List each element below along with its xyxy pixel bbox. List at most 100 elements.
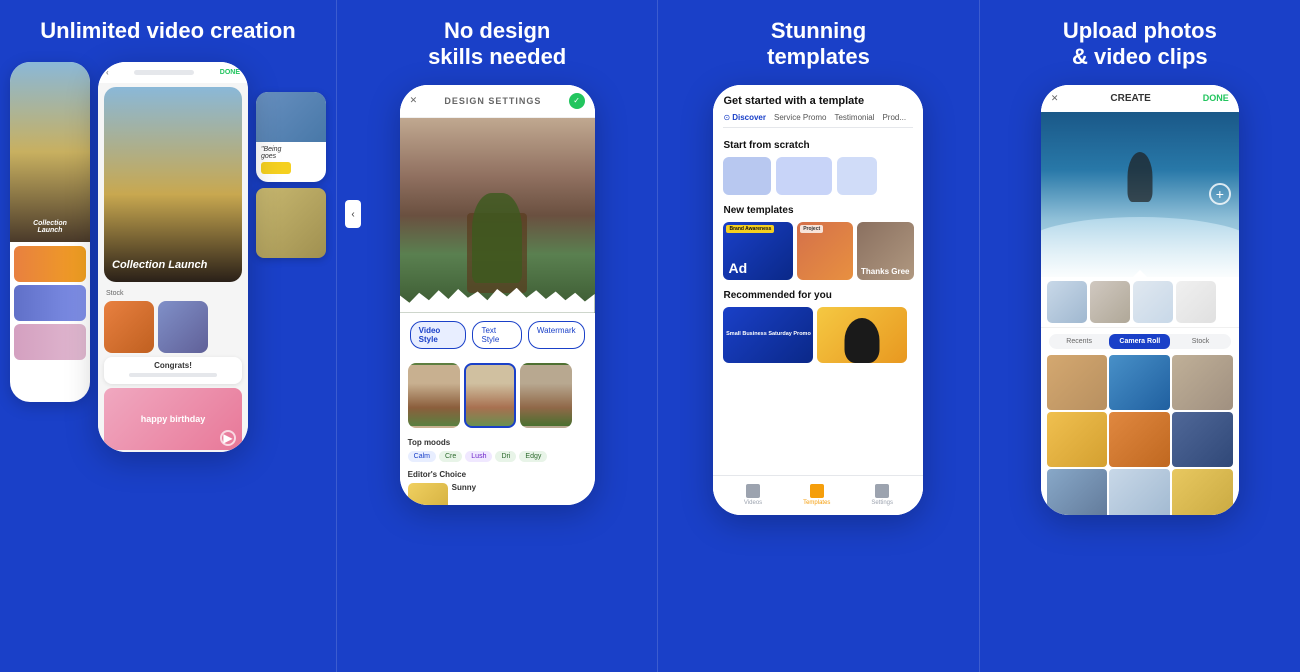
plant-thumb-3[interactable] [520, 363, 572, 428]
scratch-title: Start from scratch [723, 140, 913, 151]
design-settings-header: ✕ DESIGN SETTINGS ✓ [400, 85, 595, 118]
template-brand-awareness[interactable]: Brand Awareness Ad [723, 222, 793, 280]
done-button[interactable]: DONE [1203, 93, 1229, 103]
small-thumb-3[interactable] [1133, 281, 1173, 323]
photo-cell-6[interactable] [1172, 412, 1233, 467]
create-title: CREATE [1110, 93, 1150, 104]
left-arrow[interactable]: ‹ [345, 200, 361, 228]
tab-camera-roll[interactable]: Camera Roll [1109, 334, 1170, 349]
plant-thumb-2[interactable] [464, 363, 516, 428]
thumb-orange [104, 301, 154, 353]
nav-settings[interactable]: Settings [871, 484, 893, 506]
watermark-tab[interactable]: Watermark [528, 321, 585, 349]
small-thumb-2[interactable] [1090, 281, 1130, 323]
main-phone-3: Get started with a template ⊙ Discover S… [713, 85, 923, 515]
mood-dri[interactable]: Dri [495, 451, 516, 462]
template-drink[interactable]: Project [797, 222, 853, 280]
right-side-cards: "Beinggoes [256, 92, 326, 258]
ad-label: Ad [728, 260, 747, 276]
main-phone-2: ✕ DESIGN SETTINGS ✓ Video Style Text Sty… [400, 85, 595, 505]
new-templates-title: New templates [723, 205, 913, 216]
upload-add-icon[interactable]: + [1209, 183, 1231, 205]
upload-close-icon[interactable]: ✕ [1051, 93, 1059, 104]
style-tabs: Video Style Text Style Watermark [400, 313, 595, 357]
templates-icon [810, 484, 824, 498]
mood-cre[interactable]: Cre [439, 451, 462, 462]
tab-prod[interactable]: Prod... [882, 113, 906, 122]
rec-dog[interactable] [817, 307, 907, 363]
plant-photo [400, 118, 595, 313]
small-thumbs-row [1041, 277, 1239, 328]
texture-card [256, 188, 326, 258]
text-style-tab[interactable]: Text Style [472, 321, 521, 349]
video-style-tab[interactable]: Video Style [410, 321, 467, 349]
panel-templates: Stunningtemplates Get started with a tem… [658, 0, 978, 672]
moods-pills: Calm Cre Lush Dri Edgy [408, 451, 587, 462]
main-phone-4: ✕ CREATE DONE + [1041, 85, 1239, 515]
scratch-card-3[interactable] [837, 157, 877, 195]
scratch-section: Start from scratch [713, 134, 923, 199]
scratch-card-2[interactable] [776, 157, 832, 195]
small-thumb-4[interactable] [1176, 281, 1216, 323]
template-header: Get started with a template ⊙ Discover S… [713, 85, 923, 134]
recommended-section: Recommended for you Small Business Satur… [713, 284, 923, 367]
scratch-cards [723, 157, 913, 195]
templates-nav-label: Templates [803, 500, 830, 506]
rec-small-business[interactable]: Small Business Saturday Promo [723, 307, 813, 363]
mood-lush[interactable]: Lush [465, 451, 492, 462]
new-templates-section: New templates Brand Awareness Ad Project [713, 199, 923, 284]
template-thanks[interactable]: Thanks Gree [857, 222, 913, 280]
recommended-title: Recommended for you [723, 290, 913, 301]
mini-thumb-2 [14, 285, 86, 321]
moods-section: Top moods Calm Cre Lush Dri Edgy [400, 434, 595, 466]
editors-thumb-1[interactable] [408, 483, 448, 505]
panel-3-title: Stunningtemplates [767, 18, 870, 71]
nav-videos[interactable]: Videos [744, 484, 762, 506]
photo-cell-5[interactable] [1109, 412, 1170, 467]
photo-cell-9[interactable] [1172, 469, 1233, 515]
panel-upload: Upload photos& video clips ✕ CREATE DONE… [980, 0, 1300, 672]
congrats-label: Congrats! [110, 361, 236, 370]
side-phone-left: CollectionLaunch [10, 62, 90, 402]
collection-launch-label: CollectionLaunch [14, 220, 86, 234]
panel-unlimited: Unlimited video creation CollectionLaunc… [0, 0, 336, 672]
brand-awareness-label: Brand Awareness [729, 226, 771, 232]
filter-tabs: Recents Camera Roll Stock [1049, 334, 1231, 349]
upload-screen: ✕ CREATE DONE + [1041, 85, 1239, 515]
editors-choice-section: Editor's Choice Sunny [400, 466, 595, 505]
scratch-card-1[interactable] [723, 157, 771, 195]
photo-cell-1[interactable] [1047, 355, 1108, 410]
nav-templates[interactable]: Templates [803, 484, 830, 506]
sunny-label: Sunny [452, 483, 587, 492]
panel-1-title: Unlimited video creation [40, 18, 296, 44]
settings-nav-label: Settings [871, 500, 893, 506]
tab-testimonial[interactable]: Testimonial [834, 113, 874, 122]
editors-choice-label: Editor's Choice [408, 470, 587, 479]
tab-discover[interactable]: Discover [732, 113, 766, 122]
photo-cell-7[interactable] [1047, 469, 1108, 515]
tab-stock[interactable]: Stock [1170, 334, 1231, 349]
mood-edgy[interactable]: Edgy [519, 451, 547, 462]
mood-calm[interactable]: Calm [408, 451, 436, 462]
surf-image: + [1041, 112, 1239, 277]
tab-recents[interactable]: Recents [1049, 334, 1110, 349]
phone-nav: Videos Templates Settings [713, 475, 923, 515]
check-icon[interactable]: ✓ [569, 93, 585, 109]
tab-service-promo[interactable]: Service Promo [774, 113, 826, 122]
photo-cell-3[interactable] [1172, 355, 1233, 410]
thumbnail-row [400, 357, 595, 434]
project-label: Project [800, 225, 823, 233]
photo-cell-2[interactable] [1109, 355, 1170, 410]
collection-launch-main: Collection Launch [112, 259, 207, 272]
stock-label: Stock [98, 286, 248, 301]
triangle-indicator [1132, 270, 1148, 278]
videos-nav-label: Videos [744, 500, 762, 506]
small-thumb-1[interactable] [1047, 281, 1087, 323]
close-icon[interactable]: ✕ [410, 95, 418, 106]
mini-thumb-3 [14, 324, 86, 360]
photo-cell-4[interactable] [1047, 412, 1108, 467]
recommended-row: Small Business Saturday Promo [723, 307, 913, 363]
photo-cell-8[interactable] [1109, 469, 1170, 515]
plant-thumb-1[interactable] [408, 363, 460, 428]
template-header-title: Get started with a template [723, 95, 913, 107]
